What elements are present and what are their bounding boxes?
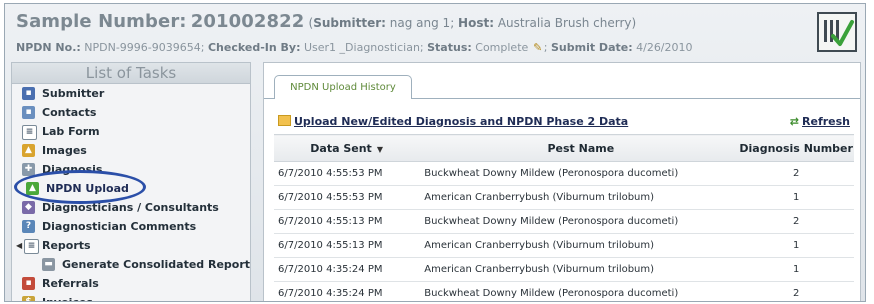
task-diagnostician-comments[interactable]: ? Diagnostician Comments [12,217,250,236]
host-value: Australia Brush cherry [497,16,632,30]
cell-date: 6/7/2010 4:55:53 PM [274,161,417,186]
highlight-ring [14,170,146,204]
column-header-data-sent[interactable]: Data Sent ▼ [274,134,417,162]
submit-date-label: Submit Date: [550,41,633,54]
cell-pest: American Cranberrybush (Viburnum trilobu… [416,257,739,282]
table-row[interactable]: 6/7/2010 4:55:53 PM Buckwheat Downy Mild… [274,161,854,186]
sample-header: Sample Number: 201002822 (Submitter: nag… [5,4,865,62]
folder-icon [278,115,291,126]
diagnosticians-icon: ◆ [22,201,35,214]
cell-number: 2 [738,161,854,186]
host-label: Host: [458,16,495,30]
cell-number: 2 [738,209,854,234]
task-invoices[interactable]: $ Invoices [12,293,250,301]
cell-number: 1 [738,185,854,210]
cell-date: 6/7/2010 4:55:53 PM [274,185,417,210]
task-list-title: List of Tasks [12,63,250,84]
actions-bar: Upload New/Edited Diagnosis and NPDN Pha… [278,113,852,131]
cell-pest: American Cranberrybush (Viburnum trilobu… [416,185,739,210]
cell-pest: Buckwheat Downy Mildew (Peronospora duco… [416,209,739,234]
checklist-icon [817,12,857,52]
upload-link-label: Upload New/Edited Diagnosis and NPDN Pha… [294,115,629,128]
cell-pest: American Cranberrybush (Viburnum trilobu… [416,233,739,258]
sample-number: 201002822 [190,11,305,32]
cell-number: 1 [738,257,854,282]
npdn-line: NPDN No.: NPDN-9996-9039654; Checked-In … [16,41,693,54]
table-row[interactable]: 6/7/2010 4:55:13 PM Buckwheat Downy Mild… [274,209,854,234]
submitter-label: Submitter: [313,16,386,30]
tab-npdn-upload-history[interactable]: NPDN Upload History [274,75,412,99]
submitter-icon: ▪ [22,87,35,100]
task-contacts[interactable]: ▪ Contacts [12,103,250,122]
cell-date: 6/7/2010 4:35:24 PM [274,281,417,301]
cell-date: 6/7/2010 4:55:13 PM [274,209,417,234]
task-label: Submitter [42,87,105,100]
npdn-label: NPDN No.: [16,41,81,54]
task-label: Reports [42,239,91,252]
checked-in-value: User1 _Diagnostician [303,41,420,54]
status-value: Complete [475,41,529,54]
task-generate-consolidated-report[interactable]: ▬ Generate Consolidated Report [12,255,250,274]
task-label: Lab Form [42,125,100,138]
task-list-panel: List of Tasks ▪ Submitter ▪ Contacts ≡ L… [11,62,251,301]
upload-history-table: Data Sent ▼ Pest Name Diagnosis Number 6/… [274,134,854,301]
comments-icon: ? [22,220,35,233]
sample-label: Sample Number: [16,11,187,32]
task-images[interactable]: ▲ Images [12,141,250,160]
task-lab-form[interactable]: ≡ Lab Form [12,122,250,141]
cell-pest: Buckwheat Downy Mildew (Peronospora duco… [416,161,739,186]
submit-date-value: 4/26/2010 [636,41,693,54]
cell-pest: Buckwheat Downy Mildew (Peronospora duco… [416,281,739,301]
column-header-diagnosis-number[interactable]: Diagnosis Number [738,134,854,162]
referrals-icon: ▪ [22,277,35,290]
task-label: Invoices [42,293,93,301]
table-row[interactable]: 6/7/2010 4:35:24 PM Buckwheat Downy Mild… [274,281,854,301]
table-header-row: Data Sent ▼ Pest Name Diagnosis Number [274,134,854,162]
refresh-icon: ⇄ [789,115,800,128]
cell-number: 1 [738,233,854,258]
contacts-icon: ▪ [22,106,35,119]
npdn-number: NPDN-9996-9039654 [84,41,201,54]
lab-form-icon: ≡ [22,125,37,140]
task-reports[interactable]: ◀ ≡ Reports [12,236,250,255]
images-icon: ▲ [22,144,35,157]
task-label: Contacts [42,106,97,119]
collapse-toggle-icon[interactable]: ◀ [16,236,22,255]
reports-icon: ≡ [24,239,39,254]
table-row[interactable]: 6/7/2010 4:55:13 PM American Cranberrybu… [274,233,854,258]
task-label: Diagnostician Comments [42,220,197,233]
refresh-label: Refresh [802,115,850,128]
refresh-link[interactable]: ⇄ Refresh [790,115,850,128]
printer-icon: ▬ [42,258,55,271]
task-submitter[interactable]: ▪ Submitter [12,84,250,103]
invoices-icon: $ [22,296,35,301]
cell-date: 6/7/2010 4:55:13 PM [274,233,417,258]
task-label: Images [42,144,87,157]
sort-desc-icon: ▼ [376,144,383,154]
task-label: Referrals [42,277,99,290]
checked-in-label: Checked-In By: [207,41,301,54]
task-label: Generate Consolidated Report [62,258,251,271]
table-row[interactable]: 6/7/2010 4:55:53 PM American Cranberrybu… [274,185,854,210]
column-header-pest-name[interactable]: Pest Name [416,134,739,162]
status-label: Status: [427,41,472,54]
sample-line: Sample Number: 201002822 (Submitter: nag… [16,11,637,32]
submitter-value: nag ang 1 [389,16,451,30]
upload-data-link[interactable]: Upload New/Edited Diagnosis and NPDN Pha… [278,115,628,128]
upload-history-panel: NPDN Upload History Upload New/Edited Di… [263,62,861,301]
cell-date: 6/7/2010 4:35:24 PM [274,257,417,282]
table-row[interactable]: 6/7/2010 4:35:24 PM American Cranberrybu… [274,257,854,282]
column-header-label: Data Sent [310,141,372,155]
task-referrals[interactable]: ▪ Referrals [12,274,250,293]
cell-number: 2 [738,281,854,301]
window-frame: Sample Number: 201002822 (Submitter: nag… [4,3,866,302]
pencil-icon[interactable]: ✎ [532,41,544,54]
